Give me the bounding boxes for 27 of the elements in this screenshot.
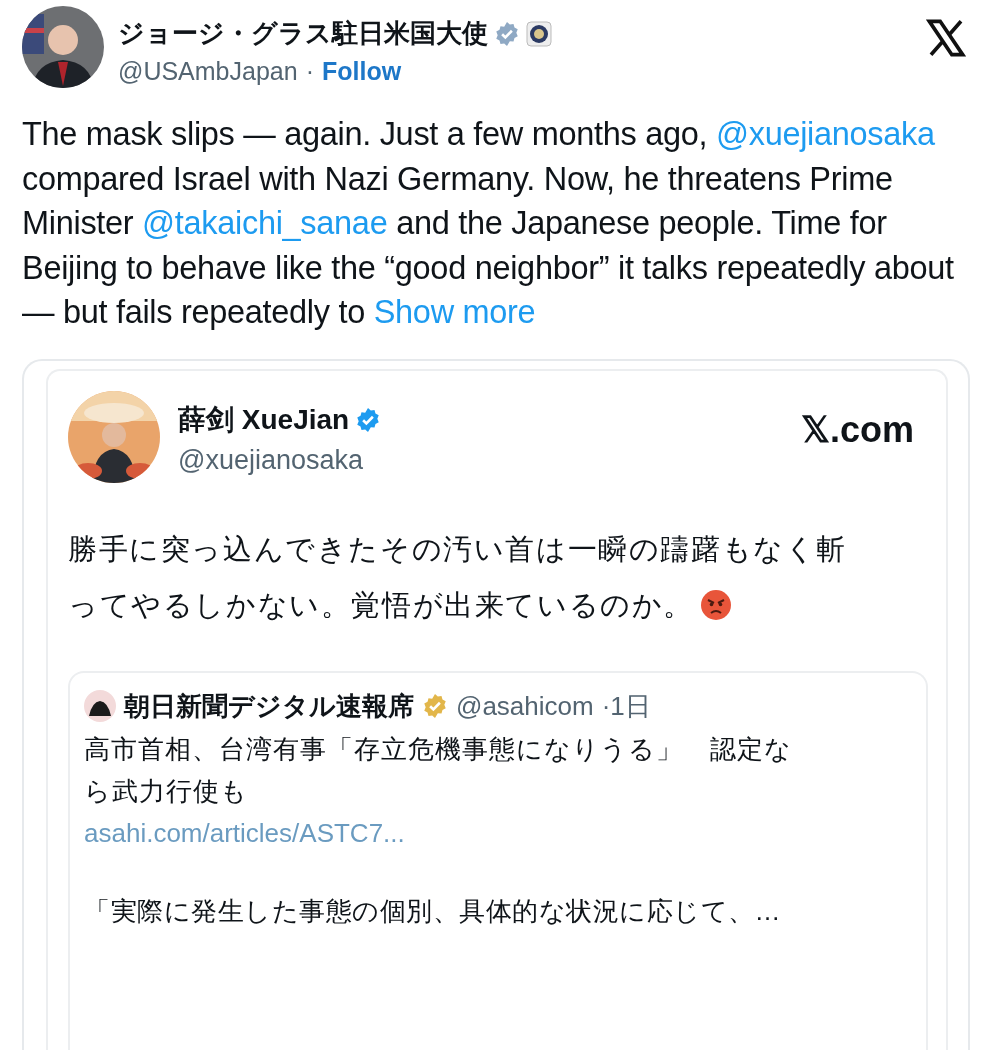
seal-icon bbox=[526, 20, 552, 47]
site-label: 𝕏.com bbox=[800, 408, 914, 451]
mention-link[interactable]: @xuejianosaka bbox=[716, 116, 935, 152]
author-name: 朝日新聞デジタル速報席 bbox=[124, 689, 414, 723]
post-text-line: ってやるしかない。覚悟が出来ているのか。 bbox=[68, 587, 694, 623]
separator: · bbox=[305, 57, 314, 86]
author-name: ジョージ・グラス駐日米国大使 bbox=[118, 17, 488, 50]
author-handle: @USAmbJapan bbox=[118, 57, 298, 86]
verified-badge-icon bbox=[422, 693, 448, 719]
excerpt-text: 「実際に発生した事態の個別、具体的な状況に応じて、… bbox=[84, 894, 782, 928]
verified-badge-icon bbox=[355, 406, 382, 433]
mention-link[interactable]: @takaichi_sanae bbox=[142, 205, 388, 241]
article-link[interactable]: asahi.com/articles/ASTC7... bbox=[84, 811, 405, 854]
author-name: 薛剑 XueJian bbox=[178, 402, 350, 437]
follow-link[interactable]: Follow bbox=[321, 57, 402, 86]
avatar[interactable] bbox=[84, 690, 116, 722]
tweet-text: The mask slips — again. Just a few months ago, @xuejianosaka compared Israel with Nazi Germany. Now, he threatens Prime Minister @takaichi_sanae and the Japanese people. Time for Beijing to behave like the “good neighbor” it talks repeatedly about — but fails repeatedly to Show more bbox=[22, 115, 955, 332]
quoted-text: 高市首相、台湾有事「存立危機事態になりうる」 認定なら武力行使も bbox=[84, 732, 793, 808]
author-handle: @xuejianosaka bbox=[178, 444, 365, 476]
post-text-line: 勝手に突っ込んできたその汚い首は一瞬の躊躇もなく斬 bbox=[68, 531, 847, 567]
verified-badge-icon bbox=[494, 20, 520, 47]
post-time: ·1日 bbox=[601, 689, 651, 723]
angry-face-icon bbox=[700, 588, 732, 621]
x-logo-icon[interactable] bbox=[926, 18, 966, 58]
author-handle: @asahicom bbox=[456, 690, 594, 722]
quoted-post-card[interactable]: 朝日新聞デジタル速報席 @asahicom ·1日 高市首相、台湾有事「存立危機事態になりうる」 認定なら武力行使も asahi.com/articles/ASTC7... 「実際に発生した事態の個別、具体的な状況に応じて、… bbox=[68, 670, 928, 1050]
show-more-link[interactable]: Show more bbox=[373, 294, 536, 330]
